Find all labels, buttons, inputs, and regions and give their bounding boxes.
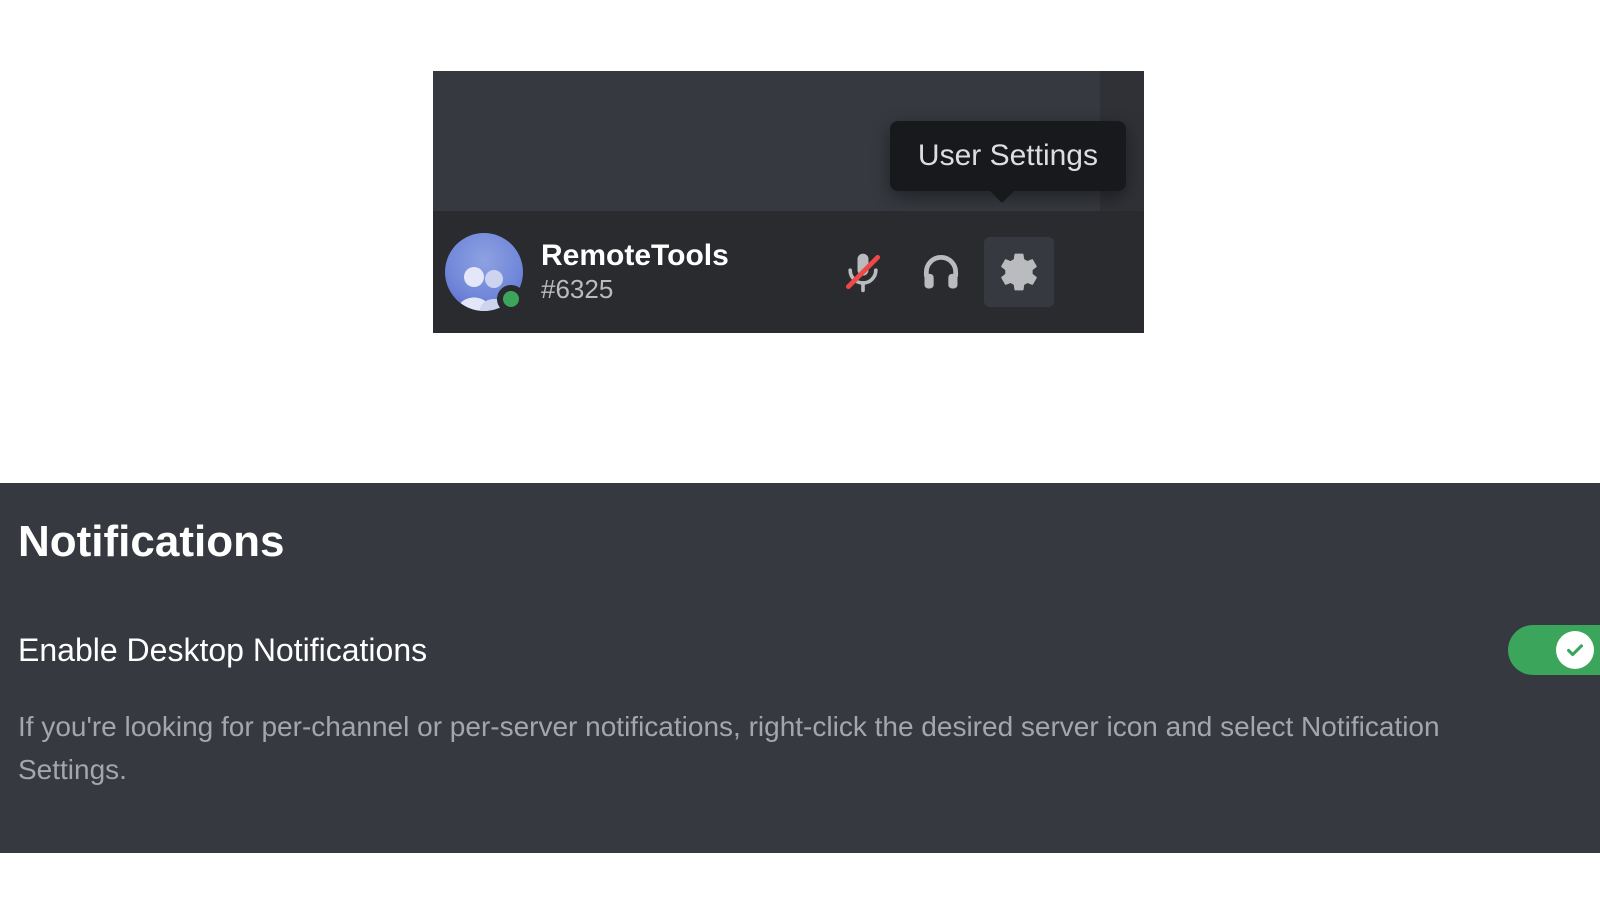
setting-row: Enable Desktop Notifications	[18, 625, 1582, 675]
user-info[interactable]: RemoteTools #6325	[541, 239, 828, 305]
user-settings-tooltip: User Settings	[890, 121, 1126, 191]
setting-label: Enable Desktop Notifications	[18, 632, 427, 669]
user-area: RemoteTools #6325	[433, 211, 1144, 333]
check-icon	[1564, 639, 1586, 661]
discriminator-label: #6325	[541, 274, 828, 305]
headphones-icon	[919, 250, 963, 294]
notifications-settings-panel: Notifications Enable Desktop Notificatio…	[0, 483, 1600, 853]
avatar-wrap[interactable]	[445, 233, 523, 311]
desktop-notifications-toggle[interactable]	[1508, 625, 1600, 675]
setting-description: If you're looking for per-channel or per…	[18, 705, 1498, 792]
user-controls	[828, 237, 1054, 307]
user-settings-button[interactable]	[984, 237, 1054, 307]
gear-icon	[997, 250, 1041, 294]
user-panel: User Settings RemoteTools #6325	[433, 71, 1144, 333]
page-title: Notifications	[18, 517, 1582, 567]
mute-button[interactable]	[828, 237, 898, 307]
toggle-knob	[1556, 631, 1594, 669]
username-label: RemoteTools	[541, 239, 828, 272]
microphone-muted-icon	[841, 250, 885, 294]
tooltip-text: User Settings	[918, 139, 1098, 172]
status-online-icon	[497, 285, 525, 313]
deafen-button[interactable]	[906, 237, 976, 307]
